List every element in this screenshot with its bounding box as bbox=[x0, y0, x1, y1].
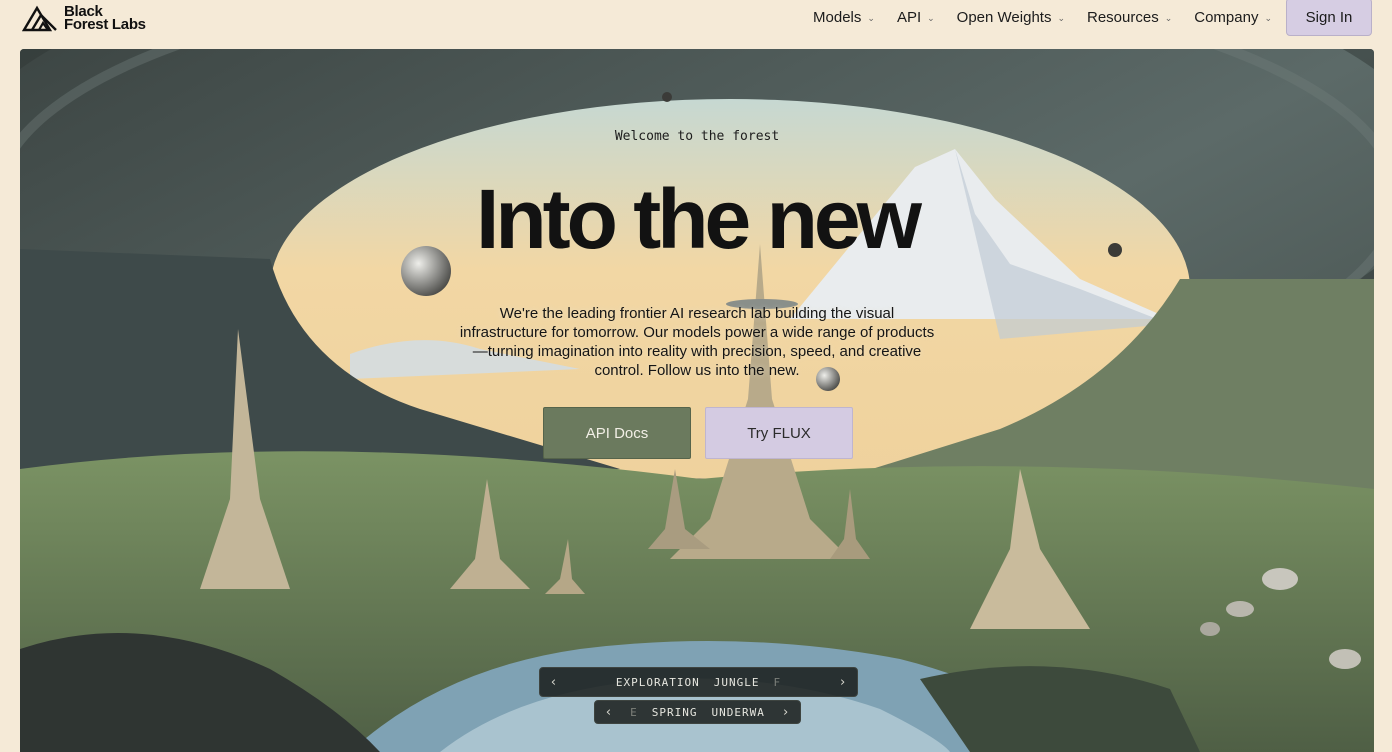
hero-headline: Into the new bbox=[476, 172, 922, 266]
category-carousel-secondary: ‹ E SPRING UNDERWA › bbox=[594, 700, 801, 724]
hero-illustration bbox=[20, 49, 1374, 752]
chevron-left-icon[interactable]: ‹ bbox=[540, 675, 568, 690]
nav-item-api[interactable]: API ⌄ bbox=[897, 9, 935, 26]
carousel-item[interactable]: UNDERWA bbox=[712, 706, 765, 719]
chevron-right-icon[interactable]: › bbox=[829, 675, 857, 690]
carousel-item[interactable]: F bbox=[773, 676, 781, 689]
carousel-item[interactable]: SPRING bbox=[652, 706, 698, 719]
nav-item-label: API bbox=[896, 8, 922, 26]
chevron-down-icon: ⌄ bbox=[867, 12, 875, 23]
carousel-words: EXPLORATION JUNGLE F bbox=[568, 676, 829, 689]
nav-item-open-weights[interactable]: Open Weights ⌄ bbox=[957, 9, 1065, 26]
brand-logo[interactable]: Black Forest Labs bbox=[22, 4, 146, 32]
nav-item-company[interactable]: Company ⌄ bbox=[1194, 9, 1272, 26]
chevron-left-icon[interactable]: ‹ bbox=[595, 705, 623, 720]
chevron-down-icon: ⌄ bbox=[927, 12, 935, 23]
chevron-down-icon: ⌄ bbox=[1164, 12, 1173, 23]
carousel-item[interactable]: E bbox=[630, 706, 638, 719]
try-flux-button[interactable]: Try FLUX bbox=[705, 407, 853, 459]
brand-line-2: Forest Labs bbox=[64, 16, 146, 33]
chevron-down-icon: ⌄ bbox=[1057, 12, 1065, 23]
chevron-down-icon: ⌄ bbox=[1264, 12, 1272, 23]
hero-eyebrow: Welcome to the forest bbox=[614, 129, 780, 144]
carousel-words: E SPRING UNDERWA bbox=[623, 706, 772, 719]
nav-item-label: Resources bbox=[1087, 8, 1159, 26]
nav-item-label: Open Weights bbox=[956, 8, 1052, 26]
site-header: Black Forest Labs Models ⌄ API ⌄ Open We… bbox=[0, 0, 1392, 48]
nav-item-resources[interactable]: Resources ⌄ bbox=[1087, 9, 1172, 26]
main-nav: Models ⌄ API ⌄ Open Weights ⌄ Resources … bbox=[813, 0, 1272, 34]
carousel-item[interactable]: EXPLORATION bbox=[616, 676, 700, 689]
nav-item-label: Models bbox=[813, 8, 862, 26]
logo-mark-icon bbox=[22, 5, 57, 32]
chevron-right-icon[interactable]: › bbox=[772, 705, 800, 720]
sign-in-button[interactable]: Sign In bbox=[1286, 0, 1372, 36]
nav-item-models[interactable]: Models ⌄ bbox=[813, 9, 875, 26]
api-docs-button[interactable]: API Docs bbox=[543, 407, 691, 459]
brand-name: Black Forest Labs bbox=[64, 4, 146, 33]
nav-item-label: Company bbox=[1194, 8, 1259, 26]
hero-section: Welcome to the forest Into the new We're… bbox=[20, 49, 1374, 752]
hero-description: We're the leading frontier AI research l… bbox=[459, 305, 935, 379]
category-carousel-primary: ‹ EXPLORATION JUNGLE F › bbox=[539, 667, 858, 697]
carousel-item[interactable]: JUNGLE bbox=[714, 676, 760, 689]
